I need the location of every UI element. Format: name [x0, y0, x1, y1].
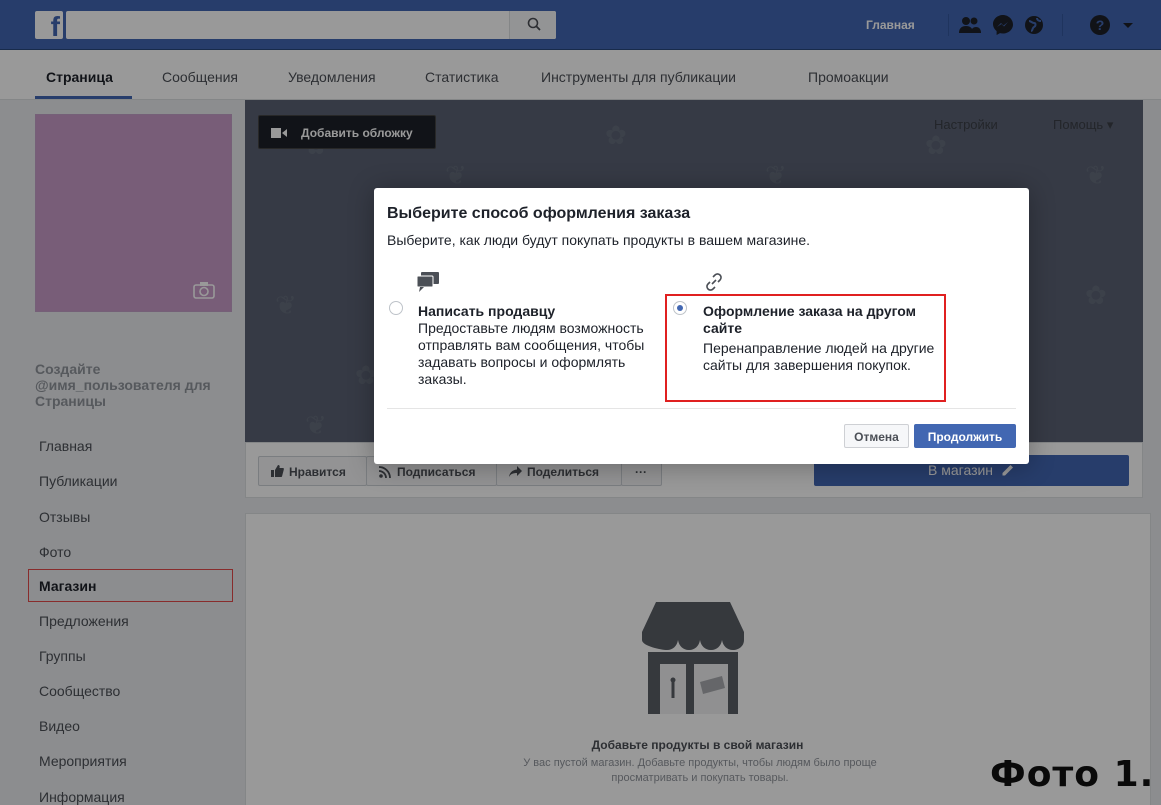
dialog-title: Выберите способ оформления заказа [387, 205, 691, 222]
checkout-method-dialog: Выберите способ оформления заказа Выбери… [374, 188, 1029, 464]
link-icon [706, 273, 722, 291]
dialog-divider [387, 408, 1016, 409]
selected-option-highlight-box [665, 294, 946, 402]
continue-button[interactable]: Продолжить [914, 424, 1016, 448]
option-message-seller-desc: Предоставьте людям возможность отправлят… [418, 320, 645, 387]
dialog-subtitle: Выберите, как люди будут покупать продук… [387, 232, 811, 248]
radio-message-seller[interactable] [389, 301, 403, 315]
cancel-button[interactable]: Отмена [844, 424, 909, 448]
chat-bubbles-icon [417, 272, 439, 292]
option-message-seller-title[interactable]: Написать продавцу [418, 303, 555, 320]
